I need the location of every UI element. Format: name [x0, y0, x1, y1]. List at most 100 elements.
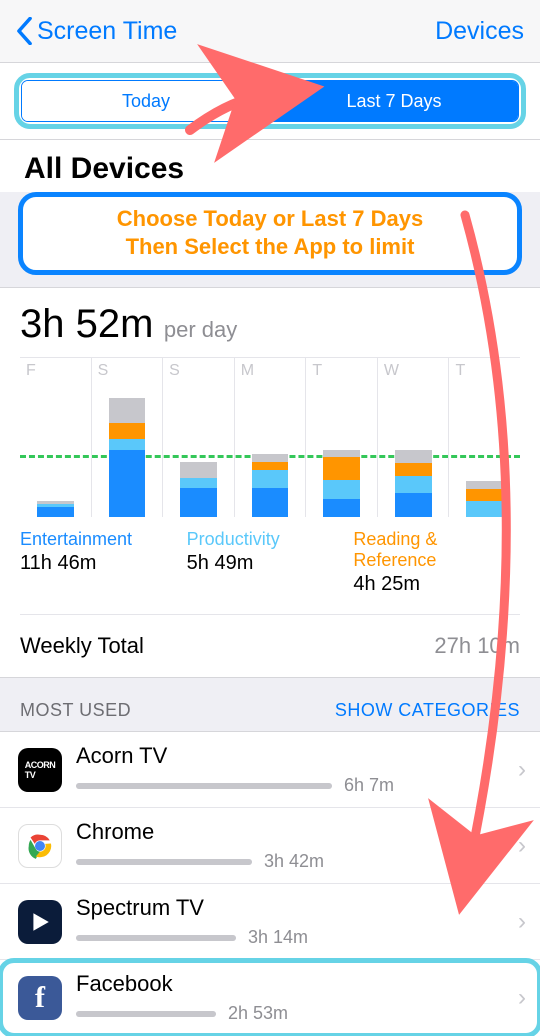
app-icon-chrome — [18, 824, 62, 868]
chart-column: S — [163, 358, 235, 517]
chart-column: S — [92, 358, 164, 517]
category-time: 4h 25m — [353, 573, 514, 596]
usage-bar — [76, 1011, 216, 1017]
chart-column: T — [306, 358, 378, 517]
chevron-right-icon: › — [518, 832, 526, 860]
devices-link[interactable]: Devices — [435, 17, 524, 46]
chart-bar-segment — [466, 481, 503, 489]
back-label: Screen Time — [37, 17, 177, 46]
chart-bar-segment — [252, 462, 289, 470]
category-time: 11h 46m — [20, 552, 181, 575]
app-name: Acorn TV — [76, 743, 510, 769]
app-row-spectrum-tv[interactable]: Spectrum TV 3h 14m › — [0, 884, 540, 960]
show-categories-link[interactable]: SHOW CATEGORIES — [335, 700, 520, 721]
chart-day-label: W — [384, 362, 399, 380]
chart-bar — [466, 481, 503, 517]
weekly-total-value: 27h 10m — [434, 633, 520, 659]
app-name: Spectrum TV — [76, 895, 510, 921]
annotation-highlight-segmented: Today Last 7 Days — [14, 73, 526, 129]
per-day-label: per day — [164, 317, 237, 342]
navbar: Screen Time Devices — [0, 0, 540, 62]
chart-bar — [180, 462, 217, 517]
chart-bar-segment — [180, 488, 217, 517]
category-entertainment: Entertainment 11h 46m — [20, 529, 187, 596]
category-productivity: Productivity 5h 49m — [187, 529, 354, 596]
tab-today[interactable]: Today — [22, 81, 270, 121]
chart-column: W — [378, 358, 450, 517]
back-button[interactable]: Screen Time — [16, 17, 177, 46]
chart-bar-segment — [466, 489, 503, 500]
chevron-right-icon: › — [518, 756, 526, 784]
chart-day-label: M — [241, 362, 254, 380]
app-icon-acorn: ACORNTV — [18, 748, 62, 792]
chart-bar-segment — [395, 476, 432, 492]
category-label: Entertainment — [20, 529, 181, 550]
app-row-acorn-tv[interactable]: ACORNTV Acorn TV 6h 7m › — [0, 732, 540, 808]
segmented-control-wrap: Today Last 7 Days — [0, 62, 540, 139]
chart-bar — [252, 454, 289, 517]
weekly-total-label: Weekly Total — [20, 633, 144, 659]
app-list: ACORNTV Acorn TV 6h 7m › Chrome 3h 42m — [0, 731, 540, 1036]
weekly-bar-chart: FSSMTWT — [20, 357, 520, 517]
chart-bar-segment — [323, 457, 360, 480]
category-time: 5h 49m — [187, 552, 348, 575]
chart-bar — [395, 450, 432, 517]
app-name: Chrome — [76, 819, 510, 845]
chart-day-label: T — [312, 362, 322, 380]
chart-bar-segment — [395, 493, 432, 517]
usage-bar — [76, 859, 252, 865]
chart-column: T — [449, 358, 520, 517]
usage-bar — [76, 783, 332, 789]
app-name: Facebook — [76, 971, 510, 997]
segmented-control: Today Last 7 Days — [21, 80, 519, 122]
tab-last7days[interactable]: Last 7 Days — [270, 81, 518, 121]
chart-bar-segment — [252, 470, 289, 488]
annotation-callout: Choose Today or Last 7 Days Then Select … — [18, 192, 522, 275]
chart-bar-segment — [109, 398, 146, 422]
chart-bar-segment — [466, 501, 503, 517]
app-row-facebook[interactable]: f Facebook 2h 53m › — [0, 960, 540, 1036]
usage-bar — [76, 935, 236, 941]
chart-bar-segment — [323, 499, 360, 517]
chart-bar-segment — [37, 507, 74, 517]
chart-bar-segment — [323, 480, 360, 500]
callout-line1: Choose Today or Last 7 Days — [33, 205, 507, 233]
chart-day-label: S — [169, 362, 180, 380]
chart-bar-segment — [180, 478, 217, 488]
chart-bar-segment — [395, 450, 432, 463]
chevron-right-icon: › — [518, 908, 526, 936]
chart-bar — [109, 398, 146, 517]
app-time: 6h 7m — [344, 775, 394, 796]
usage-summary: 3h 52m per day F S S M T W T Entertainment 11h… — [0, 287, 540, 615]
chart-bar-segment — [109, 423, 146, 439]
app-row-chrome[interactable]: Chrome 3h 42m › — [0, 808, 540, 884]
app-time: 3h 14m — [248, 927, 308, 948]
chevron-left-icon — [16, 17, 33, 45]
page-title: All Devices — [0, 139, 540, 192]
category-reading: Reading & Reference 4h 25m — [353, 529, 520, 596]
category-summary-row: Entertainment 11h 46m Productivity 5h 49… — [20, 517, 520, 615]
callout-line2: Then Select the App to limit — [33, 233, 507, 261]
chart-bar-segment — [109, 450, 146, 517]
category-label: Productivity — [187, 529, 348, 550]
app-time: 2h 53m — [228, 1003, 288, 1024]
chart-day-label: S — [98, 362, 109, 380]
weekly-total-row: Weekly Total 27h 10m — [0, 615, 540, 678]
category-label: Reading & Reference — [353, 529, 514, 571]
chart-bar-segment — [180, 462, 217, 478]
chart-column: F — [20, 358, 92, 517]
app-icon-spectrum — [18, 900, 62, 944]
chart-bar-segment — [252, 488, 289, 517]
chart-bar-segment — [395, 463, 432, 476]
app-time: 3h 42m — [264, 851, 324, 872]
daily-average-time: 3h 52m — [20, 302, 153, 346]
chart-column: M — [235, 358, 307, 517]
chart-day-label: F — [26, 362, 36, 380]
most-used-header: MOST USED SHOW CATEGORIES — [0, 678, 540, 731]
chart-bar-segment — [109, 439, 146, 450]
chart-bar — [37, 501, 74, 517]
chart-bar-segment — [252, 454, 289, 462]
chart-day-label: T — [455, 362, 465, 380]
app-icon-facebook: f — [18, 976, 62, 1020]
most-used-title: MOST USED — [20, 700, 131, 721]
